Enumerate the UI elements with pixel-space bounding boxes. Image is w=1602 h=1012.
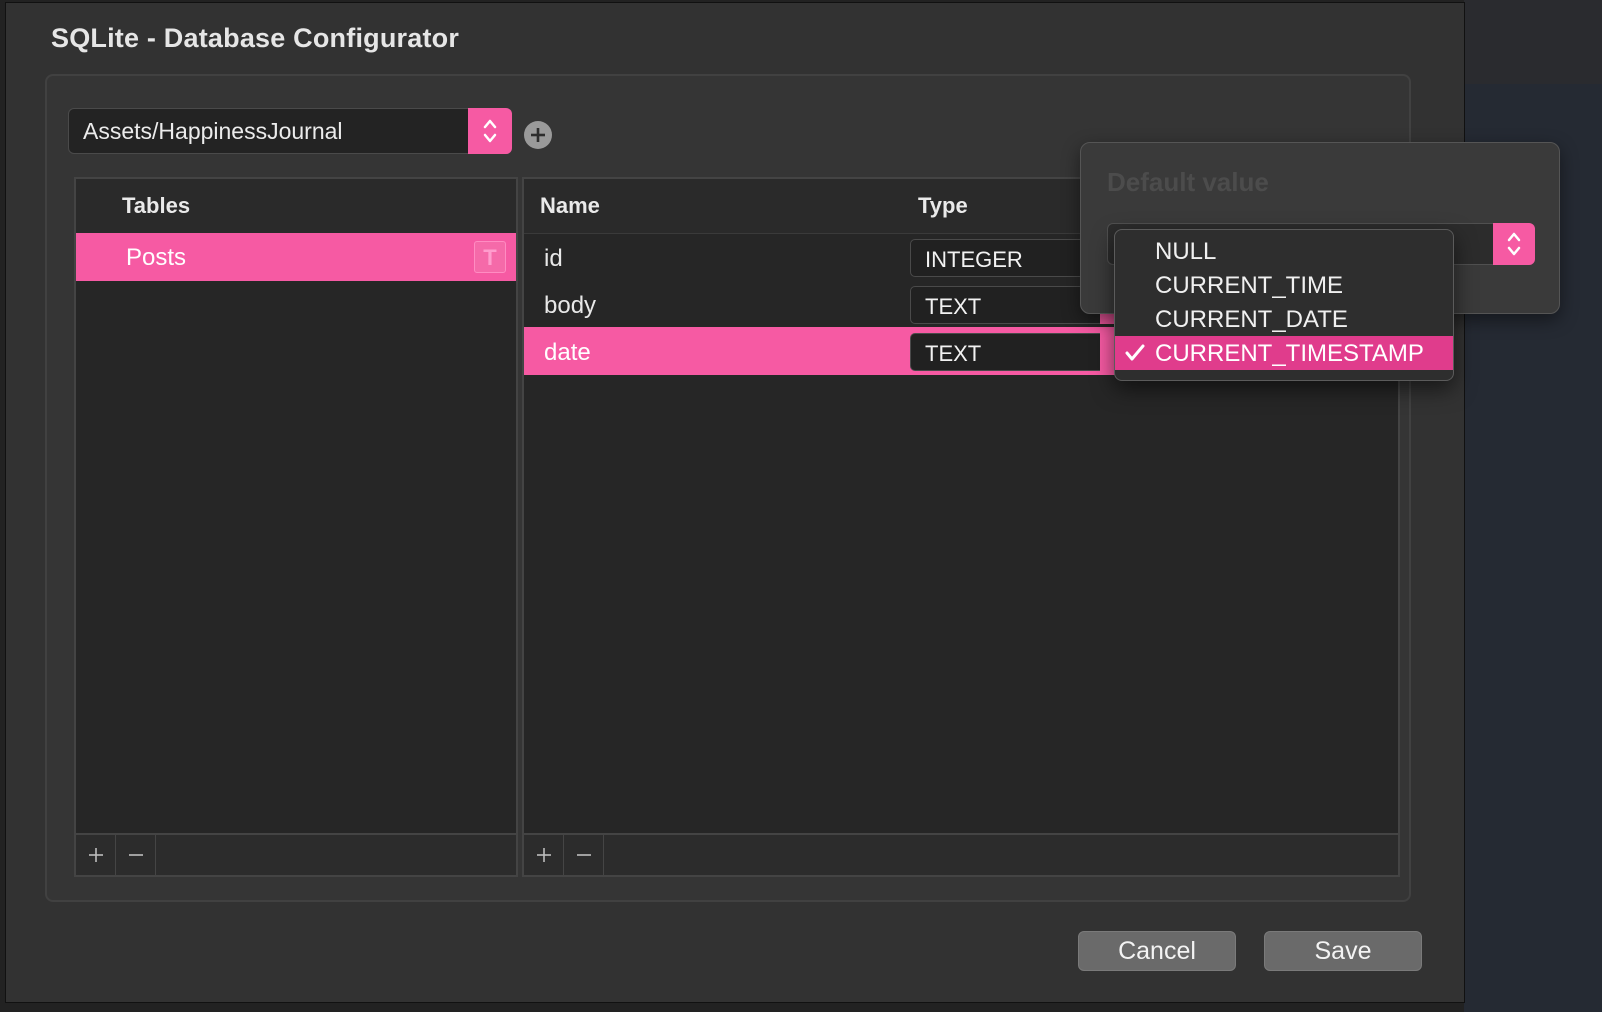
minus-icon — [577, 854, 591, 856]
column-type-value: INTEGER — [925, 247, 1023, 272]
database-select-value: Assets/HappinessJournal — [83, 118, 343, 144]
default-value-stepper[interactable] — [1493, 223, 1535, 265]
chevron-up-down-icon — [483, 119, 497, 143]
dialog-title: SQLite - Database Configurator — [51, 23, 460, 53]
menu-item-label: CURRENT_TIMESTAMP — [1155, 340, 1424, 367]
menu-item-label: CURRENT_TIME — [1155, 272, 1344, 299]
column-name: date — [544, 339, 591, 366]
cancel-button-label: Cancel — [1118, 937, 1196, 965]
default-value-menu: NULL CURRENT_TIME CURRENT_DATE CURRENT_T… — [1114, 229, 1454, 381]
plus-icon — [531, 128, 545, 142]
add-database-button[interactable] — [524, 121, 552, 149]
remove-table-button[interactable] — [116, 835, 156, 875]
table-type-icon: T — [474, 241, 506, 273]
default-value-label: Default value — [1107, 167, 1269, 197]
save-button-label: Save — [1314, 937, 1372, 965]
table-row-label: Posts — [126, 244, 187, 271]
plus-icon — [89, 848, 103, 862]
plus-icon — [537, 848, 551, 862]
add-column-button[interactable] — [524, 835, 564, 875]
column-name: body — [544, 292, 597, 319]
menu-item-current-timestamp[interactable]: CURRENT_TIMESTAMP — [1115, 336, 1453, 370]
remove-column-button[interactable] — [564, 835, 604, 875]
column-type-select[interactable]: TEXT — [910, 333, 1120, 371]
minus-icon — [129, 854, 143, 856]
tables-header: Tables — [76, 179, 516, 234]
table-row-posts[interactable]: Posts T — [76, 233, 516, 281]
column-name: id — [544, 245, 563, 272]
save-button[interactable]: Save — [1264, 931, 1422, 971]
database-select[interactable]: Assets/HappinessJournal — [68, 108, 512, 154]
add-table-button[interactable] — [76, 835, 116, 875]
table-type-letter: T — [483, 245, 497, 270]
menu-item-label: CURRENT_DATE — [1155, 306, 1348, 333]
chevron-up-down-icon — [1507, 232, 1521, 256]
tables-header-label: Tables — [122, 193, 191, 218]
column-name-header: Name — [540, 193, 600, 218]
menu-item-current-date[interactable]: CURRENT_DATE — [1115, 302, 1453, 336]
column-type-value: TEXT — [925, 341, 982, 366]
column-type-value: TEXT — [925, 294, 982, 319]
menu-item-null[interactable]: NULL — [1115, 234, 1453, 268]
tables-footer — [76, 833, 516, 875]
menu-item-label: NULL — [1155, 238, 1217, 265]
database-select-stepper[interactable] — [468, 108, 512, 154]
column-type-header: Type — [918, 193, 968, 218]
checkmark-icon — [1125, 344, 1145, 361]
columns-footer — [524, 833, 1398, 875]
background-window-toolbar — [1464, 0, 1602, 85]
cancel-button[interactable]: Cancel — [1078, 931, 1236, 971]
tables-panel: Tables Posts T — [74, 177, 518, 877]
menu-item-current-time[interactable]: CURRENT_TIME — [1115, 268, 1453, 302]
